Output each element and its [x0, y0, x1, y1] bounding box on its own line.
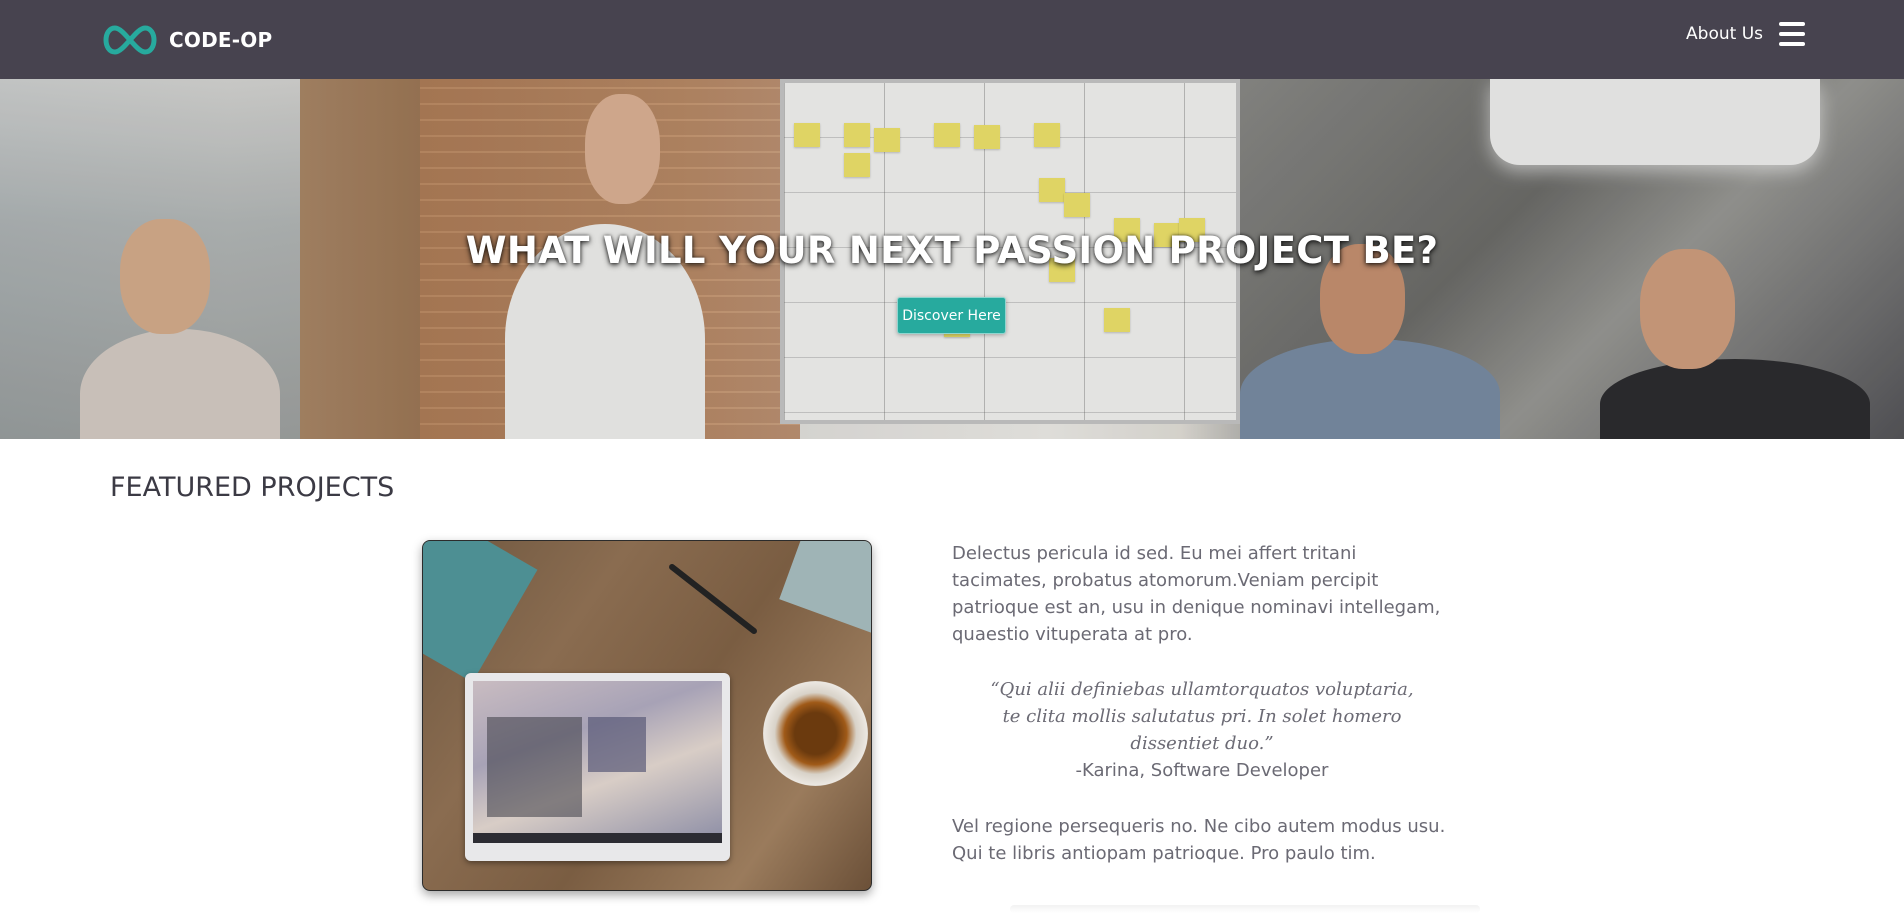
hamburger-line: [1779, 32, 1805, 36]
laptop-calendar-panel: [487, 717, 582, 817]
image-tea-cup: [763, 681, 868, 786]
nav-right: About Us: [1686, 22, 1805, 46]
image-tile: [779, 541, 871, 637]
about-us-link[interactable]: About Us: [1686, 24, 1763, 44]
hamburger-menu-icon[interactable]: [1779, 22, 1805, 46]
hero-banner: WHAT WILL YOUR NEXT PASSION PROJECT BE? …: [0, 79, 1904, 439]
infinity-icon: [103, 25, 157, 55]
navbar: CODE-OP About Us: [0, 0, 1904, 79]
section-divider-shadow: [1010, 905, 1480, 913]
project-description: Delectus pericula id sed. Eu mei affert …: [952, 543, 1441, 645]
laptop-side-panel: [588, 717, 646, 772]
laptop-screen: [473, 681, 722, 841]
brand-home-link[interactable]: CODE-OP: [99, 22, 272, 58]
brand-name: CODE-OP: [169, 28, 273, 52]
image-pen: [667, 562, 759, 636]
hero-title: WHAT WILL YOUR NEXT PASSION PROJECT BE?: [465, 229, 1439, 272]
image-tile: [423, 541, 538, 683]
featured-project-image[interactable]: [422, 540, 872, 891]
testimonial-quote: “Qui alii definiebas ullamtorquatos volu…: [990, 679, 1414, 754]
testimonial-attribution: -Karina, Software Developer: [1075, 760, 1329, 781]
featured-project-text: Delectus pericula id sed. Eu mei affert …: [952, 540, 1452, 867]
discover-button[interactable]: Discover Here: [897, 297, 1006, 334]
laptop-taskbar: [473, 833, 722, 843]
hamburger-line: [1779, 42, 1805, 46]
project-description-secondary: Vel regione persequeris no. Ne cibo aute…: [952, 816, 1446, 864]
testimonial: “Qui alii definiebas ullamtorquatos volu…: [952, 676, 1452, 784]
hamburger-line: [1779, 22, 1805, 26]
image-laptop: [465, 673, 730, 861]
featured-projects-heading: FEATURED PROJECTS: [110, 472, 395, 503]
